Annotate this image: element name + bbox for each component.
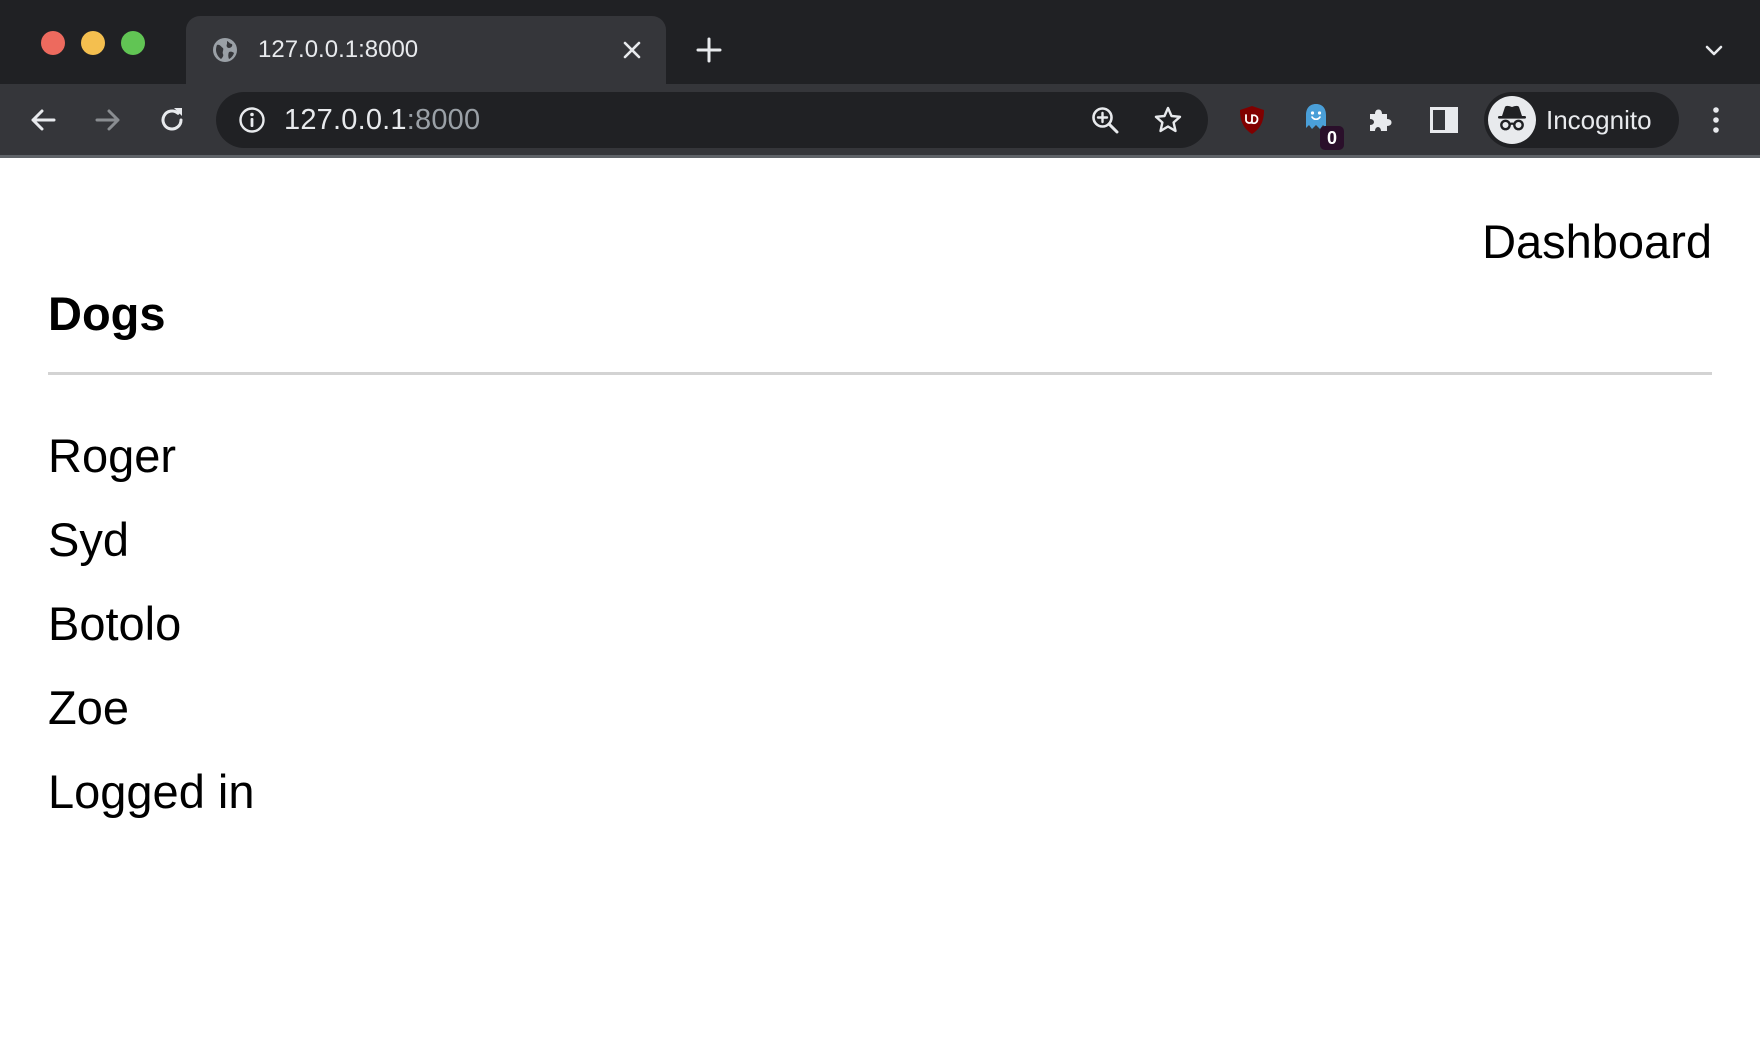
list-item: Zoe	[48, 681, 129, 734]
extensions-puzzle-icon[interactable]	[1364, 104, 1396, 136]
url-text: 127.0.0.1:8000	[284, 103, 480, 137]
address-bar[interactable]: 127.0.0.1:8000	[216, 92, 1208, 148]
zoom-in-icon[interactable]	[1090, 105, 1120, 135]
ghostery-count-badge: 0	[1320, 126, 1344, 150]
chevron-down-icon[interactable]	[1702, 38, 1726, 62]
page-content: Dashboard Dogs Roger Syd Botolo Zoe Logg…	[0, 158, 1760, 1042]
side-panel-icon[interactable]	[1428, 104, 1460, 136]
globe-icon	[213, 38, 237, 62]
close-window-button[interactable]	[41, 31, 65, 55]
new-tab-icon[interactable]	[695, 36, 723, 64]
browser-toolbar: 127.0.0.1:8000 0 Incognito	[0, 84, 1760, 156]
ublock-shield-icon[interactable]	[1236, 104, 1268, 136]
dashboard-link[interactable]: Dashboard	[1482, 214, 1712, 270]
back-arrow-icon[interactable]	[27, 104, 59, 136]
active-tab[interactable]: 127.0.0.1:8000	[186, 16, 666, 84]
minimize-window-button[interactable]	[81, 31, 105, 55]
url-port: :8000	[406, 104, 481, 136]
incognito-profile-button[interactable]: Incognito	[1484, 92, 1679, 148]
url-host: 127.0.0.1	[284, 104, 407, 136]
browser-window: 127.0.0.1:8000 127.0.0.1:8000 0 Incognit…	[0, 0, 1760, 1042]
login-status: Logged in	[48, 765, 255, 818]
incognito-avatar	[1488, 96, 1536, 144]
bookmark-star-icon[interactable]	[1153, 105, 1183, 135]
tab-title: 127.0.0.1:8000	[258, 36, 419, 63]
page-title: Dogs	[48, 287, 166, 340]
list-item: Botolo	[48, 597, 182, 650]
forward-arrow-icon[interactable]	[92, 104, 124, 136]
tab-strip: 127.0.0.1:8000	[0, 0, 1760, 84]
list-item: Roger	[48, 429, 177, 482]
divider	[48, 372, 1712, 375]
list-item: Syd	[48, 513, 129, 566]
info-icon[interactable]	[238, 106, 266, 134]
close-tab-icon[interactable]	[620, 38, 644, 62]
maximize-window-button[interactable]	[121, 31, 145, 55]
incognito-label: Incognito	[1546, 105, 1652, 135]
dog-list: Roger Syd Botolo Zoe	[48, 414, 181, 750]
reload-icon[interactable]	[156, 104, 188, 136]
kebab-menu-icon[interactable]	[1700, 104, 1732, 136]
incognito-icon	[1498, 105, 1526, 131]
